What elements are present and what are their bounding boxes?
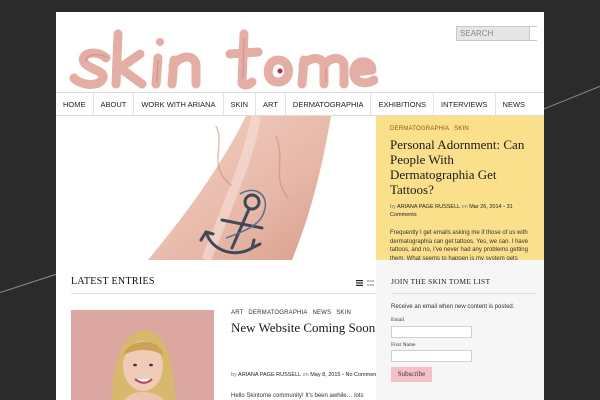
post-tags: ART DERMATOGRAPHIA NEWS SKIN — [231, 310, 354, 316]
nav-item-art[interactable]: ART — [256, 93, 286, 115]
view-toggle — [356, 280, 374, 286]
post-byline: by ARIANA PAGE RUSSELL on May 8, 2015 • … — [231, 372, 381, 378]
nav-item-home[interactable]: HOME — [56, 93, 94, 115]
post-title[interactable]: New Website Coming Soon! — [231, 320, 381, 336]
byline-prefix: by — [390, 204, 396, 210]
nav-item-interviews[interactable]: INTERVIEWS — [434, 93, 496, 115]
featured-image[interactable] — [56, 116, 376, 260]
search-input[interactable]: SEARCH — [456, 26, 537, 41]
post-date: May 8, 2015 — [310, 372, 341, 378]
nav-item-dermatographia[interactable]: DERMATOGRAPHIA — [286, 93, 372, 115]
nav-item-about[interactable]: ABOUT — [94, 93, 135, 115]
skin-tome-logo[interactable] — [68, 20, 378, 90]
tag-link[interactable]: SKIN — [454, 126, 469, 132]
main-nav: HOME ABOUT WORK WITH ARIANA SKIN ART DER… — [56, 92, 544, 116]
divider — [391, 293, 536, 294]
background-line — [540, 83, 600, 111]
first-name-field[interactable] — [391, 350, 472, 362]
latest-entries-heading: LATEST ENTRIES — [71, 276, 155, 287]
author-link[interactable]: ARIANA PAGE RUSSELL — [397, 204, 460, 210]
byline-on: on — [302, 372, 309, 378]
featured-post: DERMATOGRAPHIA SKIN Personal Adornment: … — [376, 116, 544, 260]
tag-link[interactable]: SKIN — [336, 310, 351, 316]
nav-item-skin[interactable]: SKIN — [224, 93, 257, 115]
post-thumbnail[interactable] — [71, 310, 214, 400]
tag-link[interactable]: DERMATOGRAPHIA — [390, 126, 449, 132]
featured-tags: DERMATOGRAPHIA SKIN — [390, 126, 530, 132]
signup-heading: JOIN THE SKIN TOME LIST — [391, 277, 491, 286]
byline-prefix: by — [231, 372, 237, 378]
featured-excerpt: Frequently I get emails asking me if tho… — [390, 230, 529, 260]
search-button[interactable] — [529, 27, 537, 40]
nav-item-exhibitions[interactable]: EXHIBITIONS — [371, 93, 434, 115]
signup-description: Receive an email when new content is pos… — [391, 304, 515, 310]
first-name-label: First Name — [391, 342, 416, 348]
email-field[interactable] — [391, 326, 472, 338]
header: SEARCH — [56, 12, 544, 92]
tag-link[interactable]: DERMATOGRAPHIA — [248, 310, 307, 316]
featured-byline: by ARIANA PAGE RUSSELL on Mar 26, 2014 •… — [390, 204, 513, 218]
subscribe-button[interactable]: Subscribe — [391, 367, 432, 382]
nav-item-news[interactable]: NEWS — [496, 93, 533, 115]
author-link[interactable]: ARIANA PAGE RUSSELL — [238, 372, 301, 378]
tag-link[interactable]: NEWS — [313, 310, 332, 316]
divider — [71, 293, 376, 294]
grid-view-icon[interactable] — [367, 280, 374, 286]
nav-item-work-with-ariana[interactable]: WORK WITH ARIANA — [134, 93, 224, 115]
post-excerpt: Hello Skintome community! It's been awhi… — [231, 393, 364, 399]
byline-on: on — [461, 204, 468, 210]
featured-title[interactable]: Personal Adornment: Can People With Derm… — [390, 137, 530, 197]
post-date: Mar 26, 2014 — [469, 204, 502, 210]
page: SEARCH HOME ABOUT WORK WITH ARIANA SKIN … — [56, 12, 544, 400]
email-label: Email — [391, 317, 405, 323]
tag-link[interactable]: ART — [231, 310, 244, 316]
list-view-icon[interactable] — [356, 280, 363, 286]
